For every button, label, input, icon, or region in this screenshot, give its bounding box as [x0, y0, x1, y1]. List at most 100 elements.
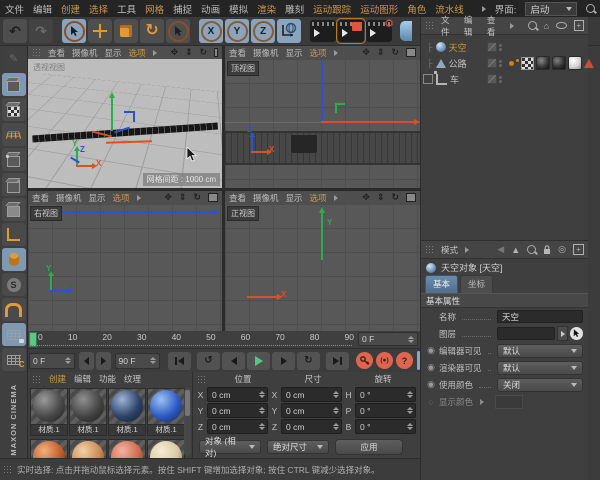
- vp-zoom-icon[interactable]: ⇕: [377, 47, 385, 58]
- tag-dot-icon[interactable]: [516, 59, 519, 62]
- tab-coordinates[interactable]: 坐标: [460, 275, 493, 293]
- vp-menu-options[interactable]: 选项: [310, 47, 327, 59]
- vp-menu-camera[interactable]: 摄像机: [72, 47, 98, 59]
- om-menu-file[interactable]: 文件: [441, 14, 457, 38]
- attr-search-icon[interactable]: [527, 245, 536, 254]
- menu-animate[interactable]: 动画: [201, 2, 220, 16]
- render-to-picture-viewer-button[interactable]: [338, 20, 364, 42]
- pos-y-field[interactable]: 0 cm: [207, 403, 268, 418]
- layer-menu-icon[interactable]: [557, 326, 568, 341]
- panel-grip-icon[interactable]: [197, 375, 206, 384]
- gizmo-x-axis[interactable]: [321, 121, 415, 123]
- vp-menu-options[interactable]: 选项: [129, 47, 146, 59]
- om-menu-view[interactable]: 查看: [487, 14, 503, 38]
- object-row-road[interactable]: ├ 公路: [421, 55, 588, 71]
- move-tool-button[interactable]: [88, 19, 112, 43]
- phong-tag-icon[interactable]: [584, 59, 594, 68]
- menu-render[interactable]: 渲染: [257, 2, 276, 16]
- search-icon[interactable]: [586, 4, 595, 13]
- use-color-dropdown[interactable]: 关闭: [497, 378, 583, 392]
- menu-tools[interactable]: 工具: [117, 2, 136, 16]
- range-end-field[interactable]: 90 F: [115, 353, 161, 369]
- viewport-right-canvas[interactable]: Y Z 右视图: [28, 204, 222, 331]
- viewport-perspective-canvas[interactable]: Y Z X 透视视图 网格间距 : 1000 cm: [28, 59, 222, 188]
- gizmo-plane-handle[interactable]: [124, 111, 135, 122]
- material-tag-icon[interactable]: [552, 56, 566, 70]
- menu-motion-tracker[interactable]: 运动跟踪: [313, 2, 351, 16]
- prev-key-button[interactable]: ↺: [197, 352, 220, 370]
- object-name[interactable]: 公路: [449, 57, 467, 70]
- editor-visible-dropdown[interactable]: 默认: [497, 344, 583, 358]
- vp-menu-view[interactable]: 查看: [229, 47, 246, 59]
- gizmo-y-axis[interactable]: [321, 212, 323, 260]
- menu-select[interactable]: 选择: [89, 2, 108, 16]
- anim-dot-icon[interactable]: ◉: [426, 345, 436, 356]
- compositing-tag-icon[interactable]: [521, 57, 534, 70]
- material-item[interactable]: 材质.1: [30, 388, 67, 434]
- scale-tool-button[interactable]: [114, 19, 138, 43]
- material-scrollbar[interactable]: [184, 388, 191, 456]
- vp-maximize-icon[interactable]: [208, 193, 218, 202]
- vp-pan-icon[interactable]: ✥: [362, 192, 370, 203]
- interface-dropdown[interactable]: 启动: [525, 2, 577, 16]
- enable-snap-button[interactable]: [2, 298, 26, 321]
- menu-simulate[interactable]: 模拟: [229, 2, 248, 16]
- render-view-button[interactable]: [310, 20, 336, 42]
- gizmo-y-axis[interactable]: [111, 97, 113, 131]
- pen-tool-button[interactable]: ✎: [2, 48, 26, 71]
- add-panel-icon[interactable]: +: [574, 20, 584, 31]
- rotate-tool-button[interactable]: ↻: [140, 19, 164, 43]
- menu-create[interactable]: 创建: [61, 2, 80, 16]
- mat-menu-edit[interactable]: 编辑: [74, 373, 91, 385]
- vp-menu-camera[interactable]: 摄像机: [253, 192, 279, 204]
- menu-mesh[interactable]: 网格: [145, 2, 164, 16]
- vp-pan-icon[interactable]: ✥: [171, 47, 179, 58]
- workplane-mode-button[interactable]: C: [2, 348, 26, 371]
- panel-grip-icon[interactable]: [425, 21, 434, 30]
- rot-h-field[interactable]: 0 °: [355, 387, 416, 402]
- material-item[interactable]: 材质.1: [69, 388, 106, 434]
- gizmo-z-axis[interactable]: [321, 61, 323, 123]
- live-selection-button[interactable]: [62, 19, 86, 43]
- material-item[interactable]: 材质.1: [147, 388, 184, 434]
- object-name[interactable]: 天空: [449, 41, 467, 54]
- vp-maximize-icon[interactable]: [214, 48, 218, 57]
- tag-dot-icon[interactable]: [509, 61, 514, 66]
- menu-character[interactable]: 角色: [407, 2, 426, 16]
- vp-orbit-icon[interactable]: ↻: [193, 192, 201, 203]
- material-item[interactable]: [147, 439, 184, 458]
- make-editable-button[interactable]: [2, 73, 26, 96]
- range-next-button[interactable]: [96, 352, 111, 370]
- vp-orbit-icon[interactable]: ↻: [391, 192, 399, 203]
- attr-menu-mode[interactable]: 模式: [441, 244, 458, 256]
- points-mode-button[interactable]: [2, 148, 26, 171]
- panel-grip-icon[interactable]: [32, 48, 41, 57]
- material-tag-icon[interactable]: [536, 56, 550, 70]
- polygons-mode-button[interactable]: [2, 198, 26, 221]
- play-button[interactable]: [247, 352, 270, 370]
- lock-icon[interactable]: [543, 245, 551, 255]
- vp-orbit-icon[interactable]: ↻: [391, 47, 399, 58]
- rot-b-field[interactable]: 0 °: [355, 419, 416, 434]
- next-frame-button[interactable]: [272, 352, 295, 370]
- target-icon[interactable]: ◎: [558, 244, 566, 255]
- material-item[interactable]: 材质.1: [108, 388, 145, 434]
- vp-pan-icon[interactable]: ✥: [164, 192, 172, 203]
- vp-menu-display[interactable]: 显示: [89, 192, 106, 204]
- filter-icon[interactable]: [556, 22, 566, 29]
- om-search-icon[interactable]: [528, 21, 537, 30]
- home-icon[interactable]: ⌂: [544, 21, 549, 31]
- layer-pick-icon[interactable]: [570, 327, 583, 340]
- mat-menu-function[interactable]: 功能: [99, 373, 116, 385]
- timeline-ruler[interactable]: 010 2030 4050 6070 8090 0 F: [28, 331, 420, 349]
- vp-zoom-icon[interactable]: ⇕: [185, 47, 193, 58]
- vp-menu-display[interactable]: 显示: [105, 47, 122, 59]
- vp-menu-view[interactable]: 查看: [48, 47, 65, 59]
- vp-menu-options[interactable]: 选项: [310, 192, 327, 204]
- size-mode-dropdown[interactable]: 绝对尺寸: [267, 440, 329, 454]
- clipped-toolbar-icon[interactable]: [400, 21, 412, 41]
- vp-menu-display[interactable]: 显示: [286, 47, 303, 59]
- vp-zoom-icon[interactable]: ⇕: [377, 192, 385, 203]
- goto-start-button[interactable]: [168, 352, 191, 370]
- render-settings-button[interactable]: ⚙: [366, 20, 392, 42]
